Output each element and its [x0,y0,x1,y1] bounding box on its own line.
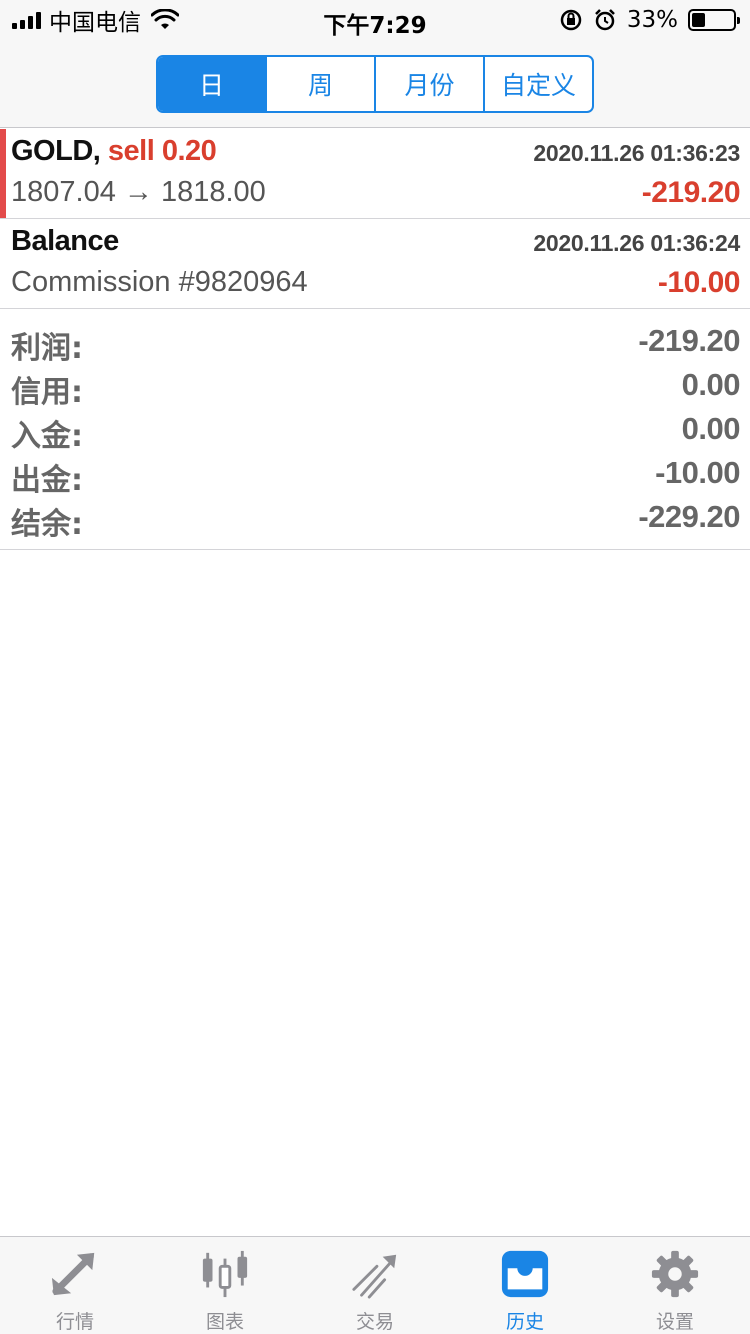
summary-section: 利润: -219.20 信用: 0.00 入金: 0.00 出金: -10.00… [0,309,750,550]
period-tab-day[interactable]: 日 [158,57,265,111]
period-tab-month[interactable]: 月份 [374,57,483,111]
summary-value: 0.00 [681,367,741,402]
tab-label: 交易 [355,1311,394,1333]
alarm-icon [594,9,615,31]
deal-profit: -10.00 [657,266,741,299]
summary-value: -229.20 [638,499,740,534]
chart-icon [202,1250,248,1298]
battery-percent: 33% [626,7,678,33]
status-right: 33% [559,6,740,34]
summary-balance: 结余: -229.20 [0,497,750,542]
deal-title: GOLD, sell 0.20 [11,135,217,168]
page: 中国电信 下午7:29 33% 日 周 月份 自定义 GOLD, sell 0.… [0,0,750,1334]
tab-label: 行情 [55,1311,94,1333]
battery-icon [688,9,740,31]
summary-deposit: 入金: 0.00 [0,409,750,454]
tab-trade[interactable]: 交易 [300,1237,450,1334]
deal-symbol: GOLD, [11,135,101,167]
summary-label: 出金: [11,463,83,498]
sell-marker [0,129,6,218]
summary-label: 利润: [11,331,83,366]
summary-label: 入金: [11,419,83,454]
deal-profit: -219.20 [641,176,741,209]
deal-time: 2020.11.26 01:36:23 [533,140,740,166]
deal-comment: Commission #9820964 [11,266,308,298]
summary-value: -219.20 [638,323,740,358]
tab-label: 设置 [655,1311,694,1333]
summary-value: 0.00 [681,411,741,446]
deal-symbol: Balance [11,225,119,257]
settings-icon [651,1250,699,1298]
deal-time: 2020.11.26 01:36:24 [533,230,740,256]
period-segmented-control: 日 周 月份 自定义 [156,55,594,113]
summary-credit: 信用: 0.00 [0,365,750,410]
summary-profit: 利润: -219.20 [0,321,750,366]
summary-withdrawal: 出金: -10.00 [0,453,750,498]
tab-quotes[interactable]: 行情 [0,1237,150,1334]
history-icon [501,1250,549,1298]
period-tab-custom[interactable]: 自定义 [483,57,592,111]
tab-label: 图表 [205,1311,244,1333]
summary-value: -10.00 [655,455,740,490]
deal-row[interactable]: GOLD, sell 0.20 2020.11.26 01:36:23 1807… [0,129,750,219]
tab-history[interactable]: 历史 [450,1237,600,1334]
deal-title: Balance [11,225,119,258]
battery-level [692,13,706,27]
summary-label: 信用: [11,375,83,410]
bottom-tab-bar: 行情 图表 交易 历史 设置 [0,1236,750,1334]
rotation-lock-icon [560,9,582,31]
tab-settings[interactable]: 设置 [600,1237,750,1334]
tab-chart[interactable]: 图表 [150,1237,300,1334]
period-selector-bar: 日 周 月份 自定义 [0,40,750,128]
history-list: GOLD, sell 0.20 2020.11.26 01:36:23 1807… [0,129,750,550]
trade-icon [352,1254,397,1299]
deal-side: sell 0.20 [107,135,217,167]
period-tab-week[interactable]: 周 [265,57,374,111]
balance-row[interactable]: Balance 2020.11.26 01:36:24 Commission #… [0,219,750,309]
summary-label: 结余: [11,507,83,542]
tab-label: 历史 [505,1311,544,1333]
deal-prices: 1807.04 → 1818.00 [11,176,266,208]
quotes-icon [51,1252,95,1296]
status-bar: 中国电信 下午7:29 33% [0,0,750,40]
